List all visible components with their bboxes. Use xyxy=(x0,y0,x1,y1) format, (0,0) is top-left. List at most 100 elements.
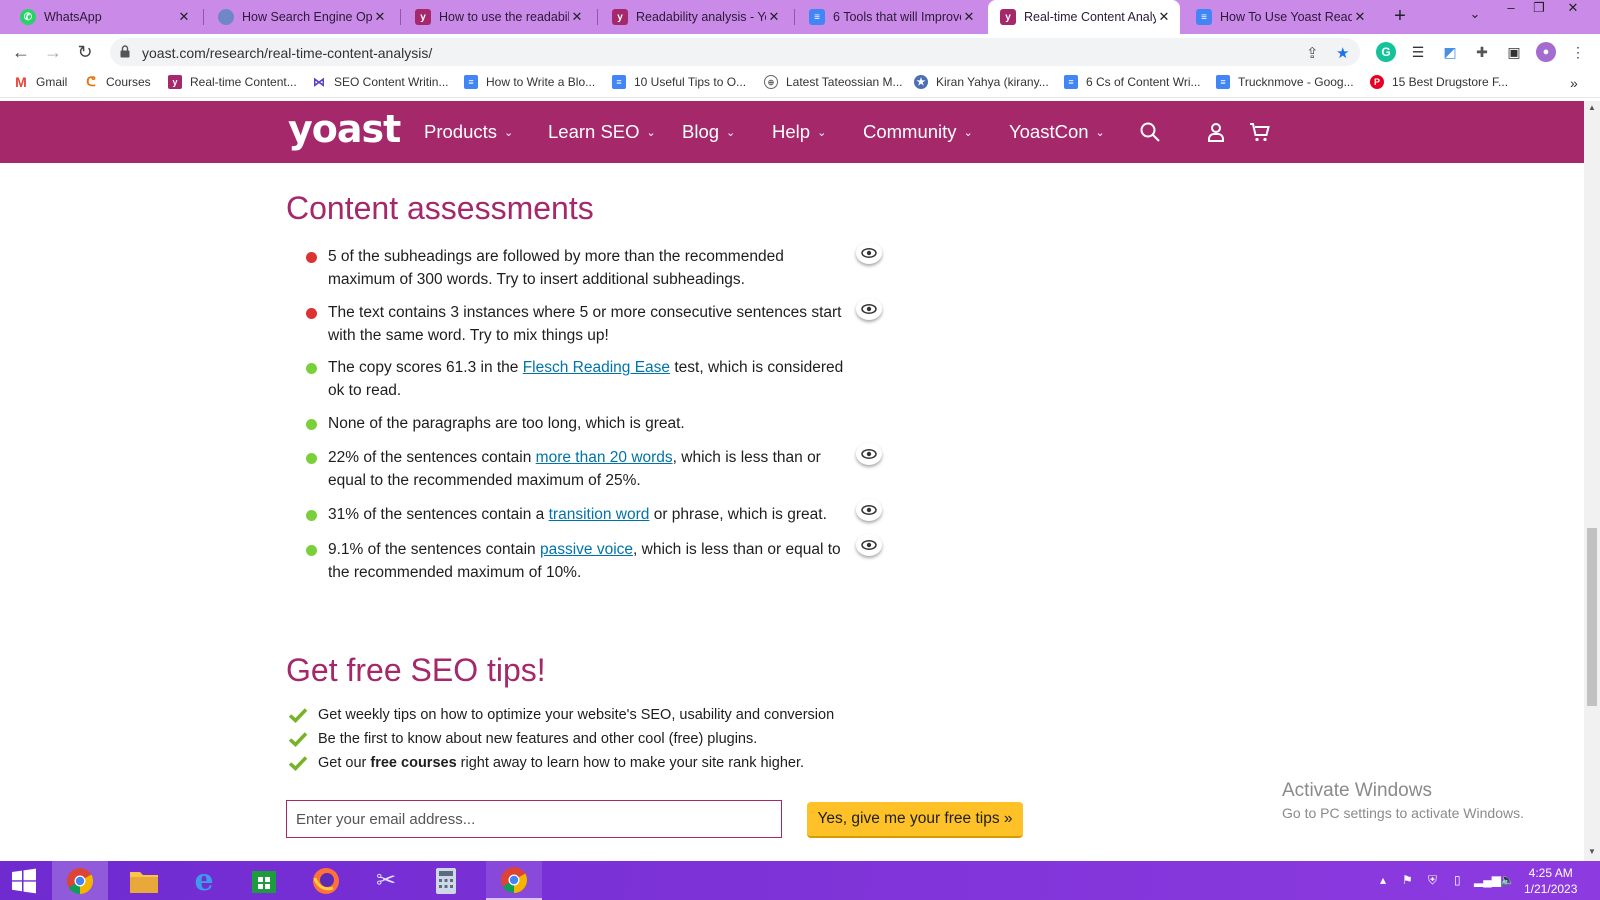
scroll-up-icon[interactable]: ▲ xyxy=(1584,103,1600,112)
network-signal-icon[interactable]: ▂▄▆ xyxy=(1474,873,1501,887)
close-tab-icon[interactable]: ✕ xyxy=(1156,9,1172,25)
extension-icon[interactable]: ◩ xyxy=(1440,42,1460,62)
email-field[interactable] xyxy=(286,800,782,838)
nav-community[interactable]: Community ⌄ xyxy=(863,121,973,143)
eye-icon[interactable] xyxy=(856,298,882,320)
browser-tab-strip: ✆ WhatsApp ✕ How Search Engine Opti ✕ y … xyxy=(0,0,1600,34)
system-clock[interactable]: 4:25 AM 1/21/2023 xyxy=(1524,865,1577,897)
bookmark-courses[interactable]: ᕦ Courses xyxy=(84,74,150,89)
tab-6-tools[interactable]: ≡ 6 Tools that will Improve ✕ xyxy=(797,0,985,34)
eye-icon[interactable] xyxy=(856,499,882,521)
assessment-text: with the same word. Try to mix things up… xyxy=(328,327,609,344)
bookmark-latest-tateossian[interactable]: ⊕ Latest Tateossian M... xyxy=(764,75,903,89)
forward-arrow-icon[interactable]: → xyxy=(42,41,64,63)
tab-how-to-use-yoast[interactable]: ≡ How To Use Yoast Reada ✕ xyxy=(1184,0,1376,34)
more-bookmarks-icon[interactable]: » xyxy=(1570,75,1578,91)
bookmark-kiran-yahya[interactable]: ★ Kiran Yahya (kirany... xyxy=(914,75,1049,89)
scissors-icon: ✂ xyxy=(375,867,397,894)
assessment-text: 9.1% of the sentences contain xyxy=(328,541,540,558)
taskbar-internet-explorer[interactable]: e xyxy=(176,861,232,900)
tab-readability-analysis[interactable]: y Readability analysis - Yo ✕ xyxy=(600,0,790,34)
taskbar-chrome[interactable] xyxy=(52,861,108,900)
close-tab-icon[interactable]: ✕ xyxy=(372,9,388,25)
taskbar-firefox[interactable] xyxy=(298,861,354,900)
cart-icon[interactable] xyxy=(1248,120,1272,144)
tab-how-to-use-readability[interactable]: y How to use the readabili ✕ xyxy=(403,0,593,34)
flesch-reading-ease-link[interactable]: Flesch Reading Ease xyxy=(523,359,670,376)
tab-real-time-content-analysis[interactable]: y Real-time Content Analy ✕ xyxy=(988,0,1180,34)
more-than-20-words-link[interactable]: more than 20 words xyxy=(536,449,673,466)
close-tab-icon[interactable]: ✕ xyxy=(569,9,585,25)
tab-title: How To Use Yoast Reada xyxy=(1220,10,1352,24)
nav-yoastcon[interactable]: YoastCon ⌄ xyxy=(1009,121,1105,143)
scrollbar-thumb[interactable] xyxy=(1587,528,1597,706)
url-text: yoast.com/research/real-time-content-ana… xyxy=(142,45,433,61)
taskbar-store[interactable] xyxy=(236,861,292,900)
tip-bold-text: free courses xyxy=(370,755,457,771)
chrome-icon xyxy=(67,867,94,894)
nav-learn-seo[interactable]: Learn SEO ⌄ xyxy=(548,121,656,143)
restore-icon[interactable]: ❐ xyxy=(1524,0,1554,16)
taskbar-file-explorer[interactable] xyxy=(116,861,172,900)
taskbar-chrome-profile[interactable] xyxy=(486,861,542,900)
transition-word-link[interactable]: transition word xyxy=(549,506,650,523)
nav-help[interactable]: Help ⌄ xyxy=(772,121,826,143)
account-icon[interactable] xyxy=(1204,120,1228,144)
share-icon[interactable]: ⇪ xyxy=(1306,44,1319,62)
close-tab-icon[interactable]: ✕ xyxy=(961,9,977,25)
tab-how-search-engine[interactable]: How Search Engine Opti ✕ xyxy=(206,0,396,34)
eye-icon[interactable] xyxy=(856,443,882,465)
action-center-flag-icon[interactable]: ⚑ xyxy=(1402,873,1413,887)
eye-icon[interactable] xyxy=(856,242,882,264)
scroll-down-icon[interactable]: ▼ xyxy=(1584,847,1600,856)
assessment-item: None of the paragraphs are too long, whi… xyxy=(328,412,848,435)
bookmark-how-to-write[interactable]: ≡ How to Write a Blo... xyxy=(464,75,595,89)
bookmark-10-useful-tips[interactable]: ≡ 10 Useful Tips to O... xyxy=(612,75,746,89)
nav-blog[interactable]: Blog ⌄ xyxy=(682,121,735,143)
search-icon[interactable] xyxy=(1138,120,1162,144)
tab-search-chevron-icon[interactable]: ⌄ xyxy=(1460,6,1490,22)
close-window-icon[interactable]: ✕ xyxy=(1558,0,1588,16)
status-dot-green xyxy=(306,453,317,464)
tab-whatsapp[interactable]: ✆ WhatsApp ✕ xyxy=(8,0,200,34)
puzzle-icon[interactable]: ✚ xyxy=(1472,42,1492,62)
volume-icon[interactable]: 🔈 xyxy=(1500,873,1515,887)
site-logo[interactable]: yoast xyxy=(288,107,401,151)
reading-list-icon[interactable]: ☰ xyxy=(1408,42,1428,62)
address-bar[interactable]: yoast.com/research/real-time-content-ana… xyxy=(110,38,1360,66)
docs-icon: ≡ xyxy=(1064,75,1078,89)
start-button[interactable] xyxy=(0,861,48,900)
battery-icon[interactable]: ▯ xyxy=(1454,873,1461,887)
bookmark-15-best-drugstore[interactable]: P 15 Best Drugstore F... xyxy=(1370,75,1508,89)
subscribe-button[interactable]: Yes, give me your free tips » xyxy=(807,802,1023,838)
yoast-icon: y xyxy=(1000,9,1016,25)
new-tab-button[interactable]: + xyxy=(1388,5,1412,29)
security-shield-icon[interactable]: ⛨ xyxy=(1428,873,1437,888)
bookmark-seo-content[interactable]: ⋈ SEO Content Writin... xyxy=(312,75,449,89)
bookmark-trucknmove[interactable]: ≡ Trucknmove - Goog... xyxy=(1216,75,1354,89)
windows-taskbar: e ✂ ▴ ⚑ ⛨ ▯ ▂▄▆ 🔈 4:25 AM 1/21/2023 xyxy=(0,861,1600,900)
assessment-text: the recommended maximum of 10%. xyxy=(328,564,582,581)
bookmark-6-cs[interactable]: ≡ 6 Cs of Content Wri... xyxy=(1064,75,1201,89)
close-tab-icon[interactable]: ✕ xyxy=(176,9,192,25)
taskbar-snipping-tool[interactable]: ✂ xyxy=(358,861,414,900)
tray-chevron-up-icon[interactable]: ▴ xyxy=(1380,873,1386,887)
taskbar-calculator[interactable] xyxy=(418,861,474,900)
eye-icon[interactable] xyxy=(856,534,882,556)
page-scrollbar[interactable]: ▲ ▼ xyxy=(1584,101,1600,861)
grammarly-icon[interactable]: G xyxy=(1376,42,1396,62)
avatar[interactable]: ● xyxy=(1536,42,1556,62)
nav-products[interactable]: Products ⌄ xyxy=(424,121,513,143)
reload-icon[interactable]: ↻ xyxy=(74,41,96,63)
minimize-icon[interactable]: – xyxy=(1496,0,1526,15)
bookmark-real-time-content[interactable]: y Real-time Content... xyxy=(168,75,297,89)
close-tab-icon[interactable]: ✕ xyxy=(766,9,782,25)
side-panel-icon[interactable]: ▣ xyxy=(1504,42,1524,62)
bookmark-gmail[interactable]: M Gmail xyxy=(14,74,67,90)
menu-kebab-icon[interactable]: ⋮ xyxy=(1568,42,1588,62)
close-tab-icon[interactable]: ✕ xyxy=(1352,9,1368,25)
bookmark-star-icon[interactable]: ★ xyxy=(1336,44,1349,62)
passive-voice-link[interactable]: passive voice xyxy=(540,541,633,558)
back-arrow-icon[interactable]: ← xyxy=(10,41,32,63)
nav-label: YoastCon xyxy=(1009,121,1089,142)
